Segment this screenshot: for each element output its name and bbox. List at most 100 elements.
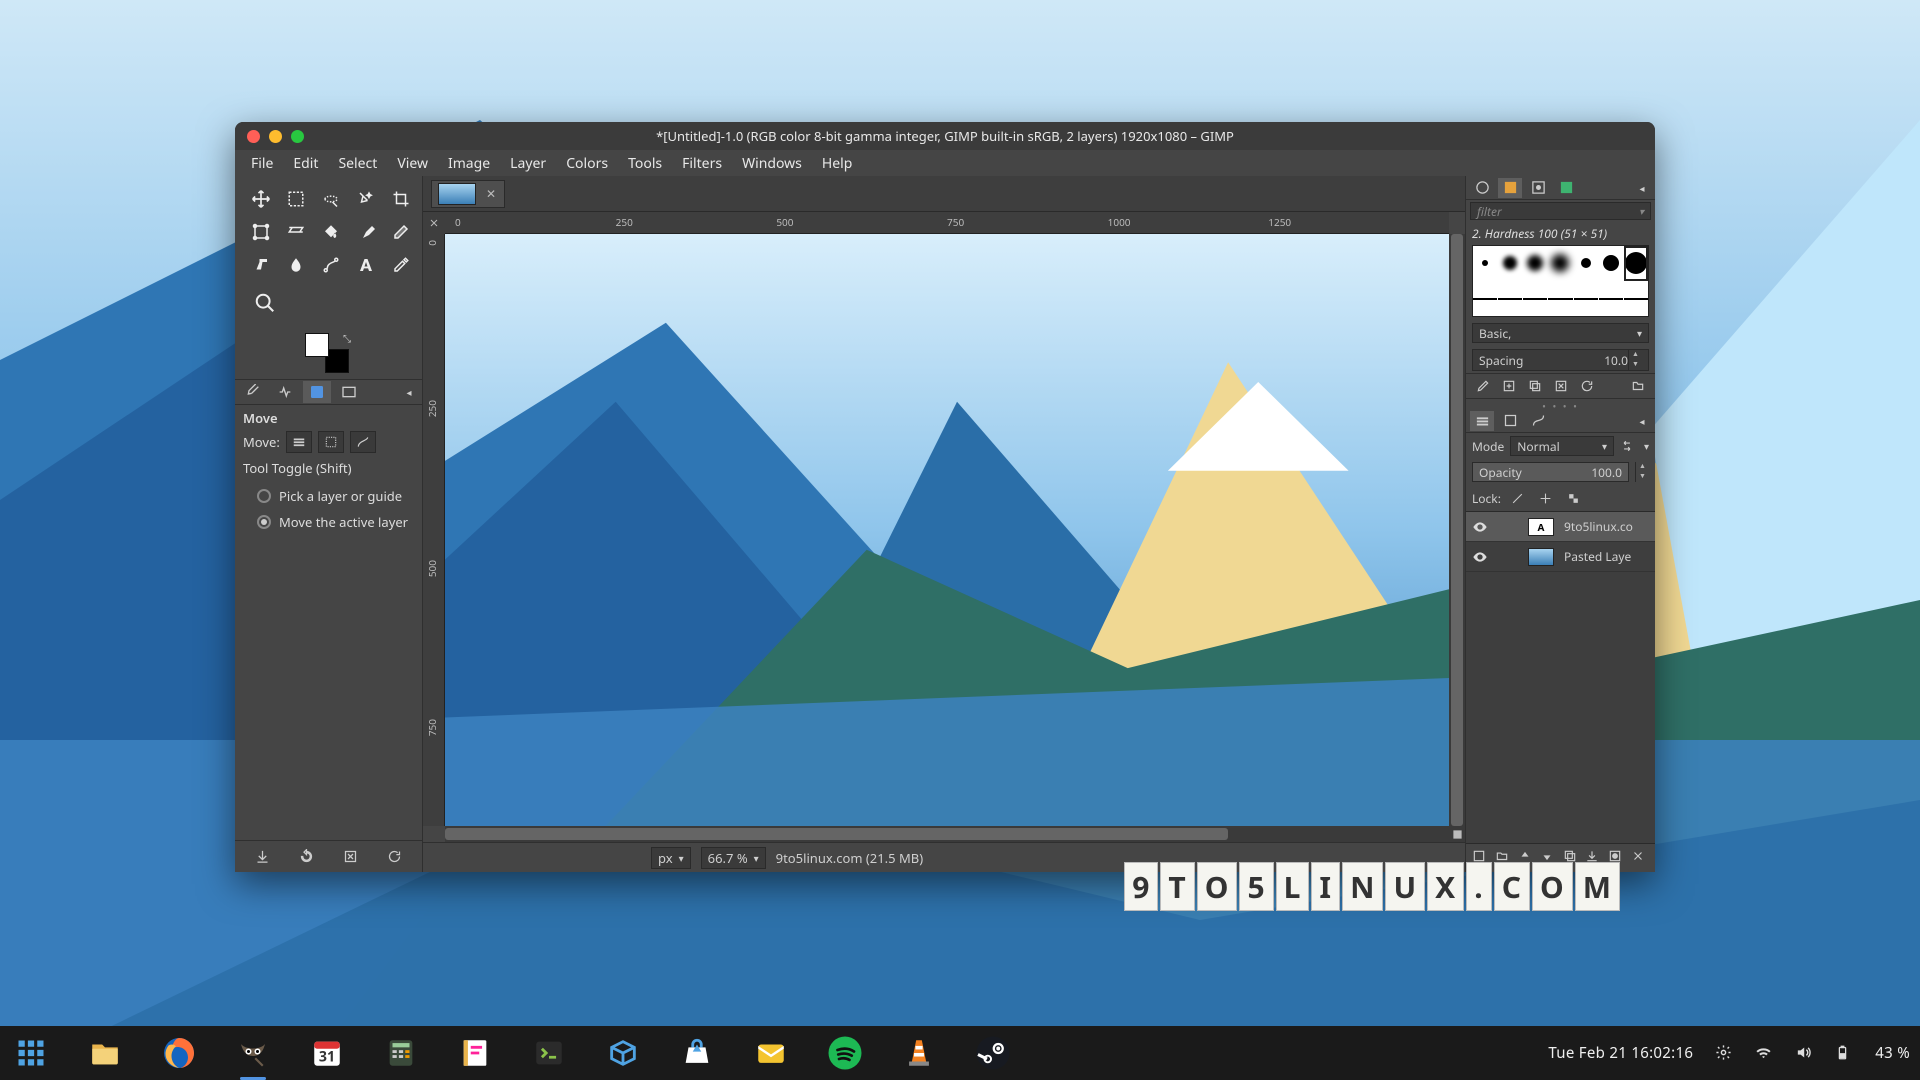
brush-grid[interactable] — [1472, 245, 1649, 317]
tab-menu-button[interactable]: ◂ — [400, 383, 418, 401]
menu-edit[interactable]: Edit — [285, 152, 326, 175]
tool-paintbrush[interactable] — [348, 215, 383, 248]
status-unit-selector[interactable]: px▾ — [651, 847, 691, 869]
close-window-button[interactable] — [247, 130, 260, 143]
restore-tool-preset-icon[interactable] — [294, 844, 320, 870]
reset-tool-options-icon[interactable] — [381, 844, 407, 870]
open-as-image-icon[interactable] — [1629, 377, 1647, 395]
volume-tray-icon[interactable] — [1795, 1044, 1813, 1062]
tool-transform[interactable] — [243, 215, 278, 248]
calendar-icon[interactable]: 31 — [306, 1032, 348, 1074]
ruler-origin[interactable] — [423, 212, 445, 234]
layer-row-0[interactable]: A 9to5linux.co — [1466, 512, 1655, 542]
battery-tray-icon[interactable] — [1835, 1044, 1853, 1062]
tool-clone[interactable] — [243, 248, 278, 281]
firefox-icon[interactable] — [158, 1032, 200, 1074]
wifi-tray-icon[interactable] — [1755, 1044, 1773, 1062]
layer-visibility-toggle[interactable] — [1472, 549, 1490, 565]
radio-move-active[interactable]: Move the active layer — [243, 509, 414, 535]
canvas-navigation-icon[interactable] — [1449, 826, 1465, 842]
layers-tab-menu-button[interactable]: ◂ — [1633, 412, 1651, 430]
tab-tool-options-icon[interactable] — [239, 381, 267, 403]
mode-switch-icon[interactable] — [1620, 439, 1638, 453]
layer-row-1[interactable]: Pasted Laye — [1466, 542, 1655, 572]
spacing-down[interactable]: ▼ — [1629, 360, 1642, 370]
maximize-window-button[interactable] — [291, 130, 304, 143]
clock[interactable]: Tue Feb 21 16:02:16 — [1548, 1043, 1693, 1063]
tab-document-history-icon[interactable] — [1554, 178, 1578, 198]
tab-brushes-icon[interactable] — [1470, 178, 1494, 198]
menu-help[interactable]: Help — [814, 152, 861, 175]
steam-icon[interactable] — [972, 1032, 1014, 1074]
minimize-window-button[interactable] — [269, 130, 282, 143]
menu-colors[interactable]: Colors — [558, 152, 616, 175]
save-tool-preset-icon[interactable] — [250, 844, 276, 870]
document-tab[interactable]: ✕ — [431, 180, 505, 208]
settings-tray-icon[interactable] — [1715, 1044, 1733, 1062]
radio-pick-layer[interactable]: Pick a layer or guide — [243, 483, 414, 509]
terminal-icon[interactable] — [528, 1032, 570, 1074]
opacity-down[interactable]: ▼ — [1636, 472, 1649, 482]
close-document-icon[interactable]: ✕ — [484, 187, 498, 201]
tool-text[interactable] — [348, 248, 383, 281]
canvas-h-scrollbar[interactable] — [445, 826, 1449, 842]
software-center-icon[interactable] — [676, 1032, 718, 1074]
status-zoom-selector[interactable]: 66.7 %▾ — [701, 847, 766, 869]
tool-zoom[interactable] — [243, 281, 287, 325]
tab-device-status-icon[interactable] — [271, 381, 299, 403]
tool-crop[interactable] — [383, 182, 418, 215]
fg-color-swatch[interactable] — [305, 333, 329, 357]
duplicate-brush-icon[interactable] — [1526, 377, 1544, 395]
opacity-up[interactable]: ▲ — [1636, 462, 1649, 472]
tool-rect-select[interactable] — [278, 182, 313, 215]
titlebar[interactable]: *[Untitled]-1.0 (RGB color 8-bit gamma i… — [235, 122, 1655, 150]
delete-brush-icon[interactable] — [1552, 377, 1570, 395]
horizontal-ruler[interactable]: 0 250 500 750 1000 1250 — [445, 212, 1449, 234]
tab-paths-icon[interactable] — [1526, 411, 1550, 431]
lock-alpha-icon[interactable] — [1563, 488, 1585, 508]
menu-filters[interactable]: Filters — [674, 152, 730, 175]
move-target-layer[interactable] — [286, 431, 312, 453]
tool-warp[interactable] — [278, 215, 313, 248]
tab-undo-history-icon[interactable] — [303, 381, 331, 403]
move-target-path[interactable] — [350, 431, 376, 453]
right-tab-menu-button[interactable]: ◂ — [1633, 179, 1651, 197]
lock-pixels-icon[interactable] — [1507, 488, 1529, 508]
notes-icon[interactable] — [454, 1032, 496, 1074]
tool-move[interactable] — [243, 182, 278, 215]
tab-images-icon[interactable] — [335, 381, 363, 403]
mode-group-selector[interactable]: ▾ — [1644, 439, 1649, 453]
virtualbox-icon[interactable] — [602, 1032, 644, 1074]
lock-position-icon[interactable] — [1535, 488, 1557, 508]
tool-eraser[interactable] — [383, 215, 418, 248]
spotify-icon[interactable] — [824, 1032, 866, 1074]
tool-free-select[interactable] — [313, 182, 348, 215]
battery-percent[interactable]: 43 % — [1875, 1043, 1910, 1063]
tab-channels-icon[interactable] — [1498, 411, 1522, 431]
brush-filter-input[interactable]: filter▾ — [1470, 202, 1651, 220]
image-canvas[interactable] — [445, 234, 1449, 826]
move-target-selection[interactable] — [318, 431, 344, 453]
spacing-up[interactable]: ▲ — [1629, 350, 1642, 360]
tool-bucket-fill[interactable] — [313, 215, 348, 248]
menu-tools[interactable]: Tools — [620, 152, 670, 175]
menu-view[interactable]: View — [389, 152, 436, 175]
fg-bg-color[interactable]: ⤡ — [305, 333, 349, 373]
layer-visibility-toggle[interactable] — [1472, 519, 1490, 535]
calculator-icon[interactable] — [380, 1032, 422, 1074]
dock-splitter[interactable]: • • • • — [1466, 399, 1655, 409]
brush-tag-selector[interactable]: Basic,▾ — [1472, 323, 1649, 343]
edit-brush-icon[interactable] — [1474, 377, 1492, 395]
files-app-icon[interactable] — [84, 1032, 126, 1074]
menu-layer[interactable]: Layer — [502, 152, 554, 175]
delete-tool-preset-icon[interactable] — [337, 844, 363, 870]
tool-color-picker[interactable] — [383, 248, 418, 281]
tab-fonts-icon[interactable] — [1526, 178, 1550, 198]
mail-icon[interactable] — [750, 1032, 792, 1074]
app-launcher-icon[interactable] — [10, 1032, 52, 1074]
tool-paths[interactable] — [313, 248, 348, 281]
delete-layer-icon[interactable] — [1631, 849, 1649, 867]
vlc-icon[interactable] — [898, 1032, 940, 1074]
tab-layers-icon[interactable] — [1470, 411, 1494, 431]
tab-patterns-icon[interactable] — [1498, 178, 1522, 198]
